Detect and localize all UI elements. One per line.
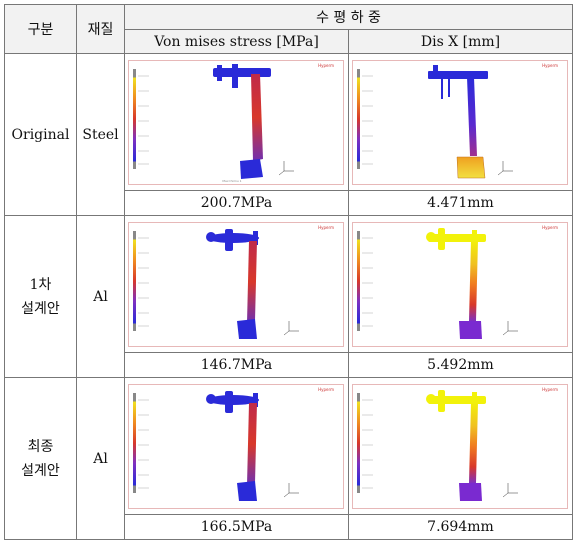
displacement-value: 7.694mm — [348, 514, 573, 540]
svg-text:Hyperm: Hyperm — [318, 387, 334, 392]
stress-value: 200.7MPa — [124, 190, 349, 216]
header-stress: Von mises stress [MPa] — [124, 29, 349, 54]
displacement-value: 4.471mm — [348, 190, 573, 216]
stress-value: 166.5MPa — [124, 514, 349, 540]
comparison-table: 구분 재질 수 평 하 중 Von mises stress [MPa] Dis… — [4, 4, 573, 540]
row-category: 최종 설계안 — [4, 377, 77, 540]
displacement-image-cell: Hyperm — [348, 215, 573, 353]
svg-text:Hyperm: Hyperm — [318, 63, 334, 68]
svg-text:Hyperm: Hyperm — [542, 63, 558, 68]
row-category-line1: 1차 — [29, 276, 52, 293]
displacement-contour-image: Hyperm — [352, 384, 568, 509]
svg-text:Max=Simu 1: Max=Simu 1 — [222, 179, 241, 183]
displacement-contour-image: Hyperm — [352, 60, 568, 185]
row-category: Original — [4, 53, 77, 216]
svg-text:Hyperm: Hyperm — [542, 225, 558, 230]
row-category-line1: Original — [11, 126, 70, 143]
row-category-line2: 설계안 — [21, 462, 60, 479]
stress-contour-image: Hyperm — [128, 222, 344, 347]
displacement-contour-image: Hyperm — [352, 222, 568, 347]
stress-contour-image: Hyperm Max=Simu 1 — [128, 60, 344, 185]
displacement-value: 5.492mm — [348, 352, 573, 378]
stress-image-cell: Hyperm — [124, 377, 349, 515]
stress-image-cell: Hyperm Max=Simu 1 — [124, 53, 349, 191]
header-category: 구분 — [4, 4, 77, 54]
header-load-case: 수 평 하 중 — [124, 4, 573, 30]
row-material: Steel — [76, 53, 125, 216]
displacement-image-cell: Hyperm — [348, 377, 573, 515]
stress-value: 146.7MPa — [124, 352, 349, 378]
row-category: 1차 설계안 — [4, 215, 77, 378]
row-material: Al — [76, 215, 125, 378]
header-displacement: Dis X [mm] — [348, 29, 573, 54]
row-material: Al — [76, 377, 125, 540]
svg-text:Hyperm: Hyperm — [542, 387, 558, 392]
row-category-line2: 설계안 — [21, 300, 60, 317]
stress-image-cell: Hyperm — [124, 215, 349, 353]
svg-text:Hyperm: Hyperm — [318, 225, 334, 230]
displacement-image-cell: Hyperm — [348, 53, 573, 191]
stress-contour-image: Hyperm — [128, 384, 344, 509]
header-material: 재질 — [76, 4, 125, 54]
row-category-line1: 최종 — [27, 438, 54, 455]
